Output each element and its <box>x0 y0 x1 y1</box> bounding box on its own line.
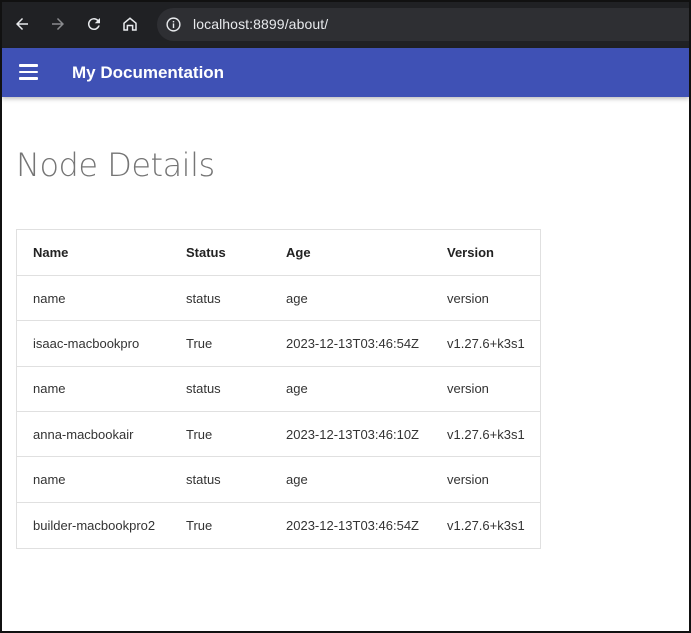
cell-version: v1.27.6+k3s1 <box>447 517 525 533</box>
cell-name: anna-macbookair <box>17 411 186 458</box>
table-row: builder-macbookpro2 True 2023-12-13T03:46:… <box>17 502 540 547</box>
table-row: name status age version <box>17 275 540 322</box>
home-icon[interactable] <box>119 13 141 35</box>
cell-status: True <box>186 517 213 533</box>
cell-status: True <box>186 411 286 458</box>
cell-name: isaac-macbookpro <box>17 320 186 367</box>
cell-name: name <box>17 366 186 413</box>
table-row: name status age version <box>17 366 540 413</box>
cell-version: version <box>447 275 540 322</box>
browser-toolbar: localhost:8899/about/ <box>0 0 691 48</box>
table-row: isaac-macbookpro True 2023-12-13T03:46:54Z… <box>17 320 540 367</box>
cell-age: 2023-12-13T03:46:54Z <box>286 320 447 367</box>
table-header-row: Name Status Age Version <box>17 230 540 276</box>
cell-name: builder-macbookpro2 <box>33 517 156 533</box>
hamburger-menu-icon[interactable] <box>19 64 39 80</box>
cell-age: age <box>286 275 447 322</box>
app-header: My Documentation <box>2 48 689 97</box>
cell-name: name <box>17 275 186 322</box>
column-header-version: Version <box>447 230 540 276</box>
forward-arrow-icon[interactable] <box>47 13 69 35</box>
reload-icon[interactable] <box>83 13 105 35</box>
url-text[interactable]: localhost:8899/about/ <box>193 16 328 32</box>
cell-status: True <box>186 320 286 367</box>
page-title: Node Details <box>16 146 215 184</box>
back-arrow-icon[interactable] <box>11 13 33 35</box>
cell-status: status <box>186 275 286 322</box>
cell-age: 2023-12-13T03:46:54Z <box>286 517 419 533</box>
node-table: Name Status Age Version name status age ver… <box>16 229 541 549</box>
column-header-age: Age <box>286 230 447 276</box>
column-header-name: Name <box>17 230 186 276</box>
app-title[interactable]: My Documentation <box>72 63 224 83</box>
cell-name: name <box>17 456 186 503</box>
cell-version: version <box>447 456 540 503</box>
cell-version: v1.27.6+k3s1 <box>447 320 540 367</box>
table-row: name status age version <box>17 456 540 503</box>
cell-version: v1.27.6+k3s1 <box>447 411 540 458</box>
column-header-status: Status <box>186 230 286 276</box>
cell-version: version <box>447 366 540 413</box>
cell-age: age <box>286 366 447 413</box>
info-icon[interactable] <box>165 16 182 33</box>
cell-age: 2023-12-13T03:46:10Z <box>286 411 447 458</box>
table-row: anna-macbookair True 2023-12-13T03:46:10Z v… <box>17 411 540 458</box>
cell-status: status <box>186 366 286 413</box>
address-bar[interactable]: localhost:8899/about/ <box>157 8 691 41</box>
cell-status: status <box>186 456 286 503</box>
cell-age: age <box>286 456 447 503</box>
